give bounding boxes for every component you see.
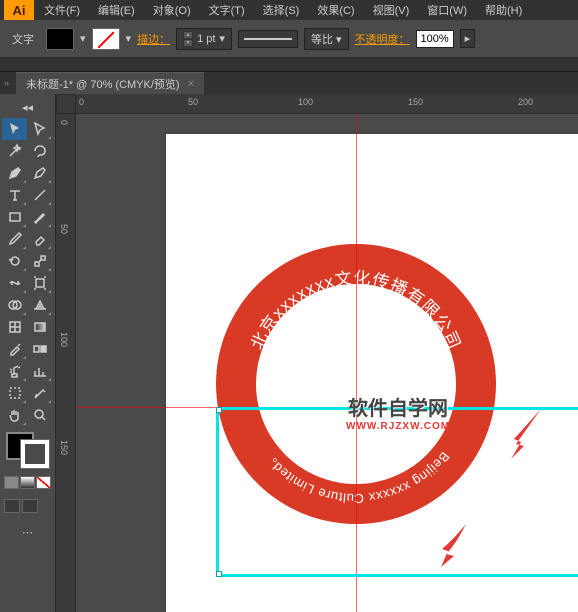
screen-mode-full[interactable] bbox=[22, 499, 38, 513]
line-tool[interactable] bbox=[27, 184, 52, 206]
menubar: Ai 文件(F) 编辑(E) 对象(O) 文字(T) 选择(S) 效果(C) 视… bbox=[0, 0, 578, 20]
color-picker[interactable] bbox=[4, 430, 51, 470]
gradient-tool[interactable] bbox=[27, 316, 52, 338]
direct-selection-tool[interactable] bbox=[27, 118, 52, 140]
document-tab[interactable]: 未标题-1* @ 70% (CMYK/预览) × bbox=[16, 72, 204, 95]
tab-title: 未标题-1* @ 70% (CMYK/预览) bbox=[26, 76, 180, 92]
app-logo: Ai bbox=[4, 0, 34, 20]
menu-type[interactable]: 文字(T) bbox=[201, 0, 253, 20]
color-mode-none[interactable] bbox=[36, 476, 51, 489]
canvas[interactable]: 北京xxxxxxx文化传播有限公司 Beijing xxxxxx Culture… bbox=[76, 114, 578, 612]
column-graph-tool[interactable] bbox=[27, 360, 52, 382]
stroke-style-dropdown[interactable] bbox=[238, 30, 298, 48]
curvature-tool[interactable] bbox=[27, 162, 52, 184]
document-view: 0 50 100 150 200 0 50 100 150 bbox=[56, 94, 578, 612]
stroke-weight-input[interactable]: ▴▾ 1 pt ▾ bbox=[176, 28, 232, 50]
free-transform-tool[interactable] bbox=[27, 272, 52, 294]
width-tool[interactable] bbox=[2, 272, 27, 294]
slice-tool[interactable] bbox=[27, 382, 52, 404]
annotation-arrow-2 bbox=[436, 519, 476, 572]
toolbox-collapse-icon[interactable]: ◂◂ bbox=[2, 96, 53, 118]
watermark-url: WWW.RJZXW.COM bbox=[346, 421, 450, 432]
menu-help[interactable]: 帮助(H) bbox=[477, 0, 530, 20]
watermark: 软件自学网 WWW.RJZXW.COM bbox=[346, 392, 450, 432]
selection-tool[interactable] bbox=[2, 118, 27, 140]
scale-ratio-dropdown[interactable]: 等比 ▾ bbox=[304, 28, 349, 50]
menu-effect[interactable]: 效果(C) bbox=[309, 0, 362, 20]
opacity-label[interactable]: 不透明度： bbox=[355, 31, 410, 47]
color-mode-solid[interactable] bbox=[4, 476, 19, 489]
menu-edit[interactable]: 编辑(E) bbox=[90, 0, 143, 20]
options-bar: 文字 ▾ ▾ 描边： ▴▾ 1 pt ▾ 等比 ▾ 不透明度： 100% ▸ bbox=[0, 20, 578, 58]
color-mode-gradient[interactable] bbox=[20, 476, 35, 489]
chevron-down-icon[interactable]: ▾ bbox=[219, 32, 225, 45]
screen-mode-normal[interactable] bbox=[4, 499, 20, 513]
stroke-weight-value: 1 pt bbox=[197, 33, 215, 45]
rotate-tool[interactable] bbox=[2, 250, 27, 272]
scale-tool[interactable] bbox=[27, 250, 52, 272]
annotation-arrow-1 bbox=[506, 404, 546, 467]
eyedropper-tool[interactable] bbox=[2, 338, 27, 360]
menu-select[interactable]: 选择(S) bbox=[255, 0, 308, 20]
opacity-dropdown-icon[interactable]: ▸ bbox=[460, 29, 476, 48]
stroke-color-swatch[interactable] bbox=[21, 440, 49, 468]
perspective-grid-tool[interactable] bbox=[27, 294, 52, 316]
close-tab-icon[interactable]: × bbox=[188, 78, 194, 90]
ruler-origin[interactable] bbox=[56, 94, 76, 114]
document-tab-bar: » 未标题-1* @ 70% (CMYK/预览) × bbox=[0, 72, 578, 94]
paintbrush-tool[interactable] bbox=[27, 206, 52, 228]
menu-view[interactable]: 视图(V) bbox=[365, 0, 418, 20]
control-bar-spacer bbox=[0, 58, 578, 72]
screen-mode-row bbox=[2, 497, 53, 515]
fill-dropdown-icon[interactable]: ▾ bbox=[80, 32, 86, 45]
menu-file[interactable]: 文件(F) bbox=[36, 0, 88, 20]
fill-swatch[interactable] bbox=[46, 28, 74, 50]
symbol-sprayer-tool[interactable] bbox=[2, 360, 27, 382]
stroke-swatch[interactable] bbox=[92, 28, 120, 50]
shape-builder-tool[interactable] bbox=[2, 294, 27, 316]
stroke-dropdown-icon[interactable]: ▾ bbox=[126, 32, 132, 45]
menu-window[interactable]: 窗口(W) bbox=[419, 0, 475, 20]
vertical-ruler[interactable]: 0 50 100 150 bbox=[56, 114, 76, 612]
pencil-tool[interactable] bbox=[2, 228, 27, 250]
magic-wand-tool[interactable] bbox=[2, 140, 27, 162]
mesh-tool[interactable] bbox=[2, 316, 27, 338]
watermark-text: 软件自学网 bbox=[346, 392, 450, 421]
blend-tool[interactable] bbox=[27, 338, 52, 360]
horizontal-ruler[interactable]: 0 50 100 150 200 bbox=[76, 94, 578, 114]
selection-handle-sw[interactable] bbox=[216, 571, 222, 577]
edit-toolbar-button[interactable]: ⋯ bbox=[2, 521, 53, 543]
eraser-tool[interactable] bbox=[27, 228, 52, 250]
zoom-tool[interactable] bbox=[27, 404, 52, 426]
type-tool[interactable] bbox=[2, 184, 27, 206]
selection-handle-nw[interactable] bbox=[216, 407, 222, 413]
lasso-tool[interactable] bbox=[27, 140, 52, 162]
menu-object[interactable]: 对象(O) bbox=[145, 0, 199, 20]
opacity-input[interactable]: 100% bbox=[416, 30, 454, 48]
active-tool-label: 文字 bbox=[6, 29, 40, 49]
toolbox: ◂◂ bbox=[0, 94, 56, 612]
tab-scroll-icon[interactable]: » bbox=[0, 78, 16, 88]
artboard-tool[interactable] bbox=[2, 382, 27, 404]
stroke-label[interactable]: 描边： bbox=[137, 31, 170, 47]
color-mode-row bbox=[2, 474, 53, 491]
stroke-weight-stepper[interactable]: ▴▾ bbox=[183, 31, 193, 47]
pen-tool[interactable] bbox=[2, 162, 27, 184]
hand-tool[interactable] bbox=[2, 404, 27, 426]
rectangle-tool[interactable] bbox=[2, 206, 27, 228]
main-area: ◂◂ bbox=[0, 94, 578, 612]
